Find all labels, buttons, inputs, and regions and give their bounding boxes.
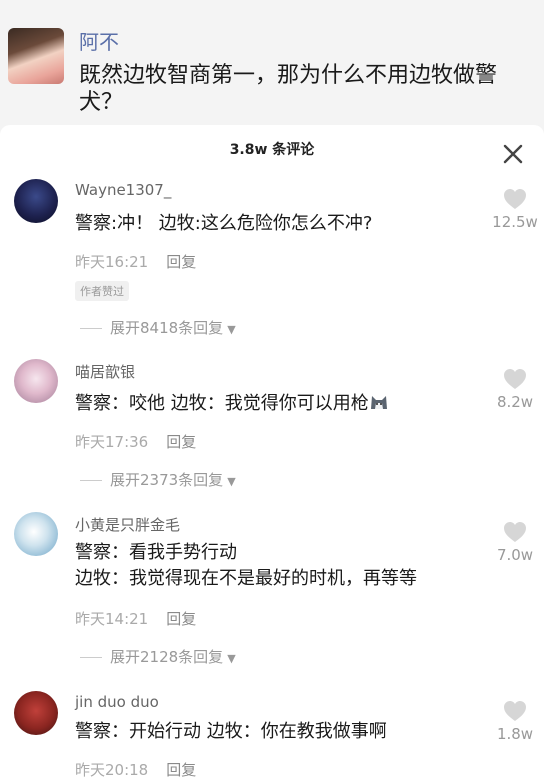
comment-line: 边牧：我觉得现在不是最好的时机，再等等 xyxy=(75,568,417,589)
husky-emoji-icon xyxy=(370,396,387,409)
commenter-avatar[interactable] xyxy=(14,359,58,403)
comment-text: 警察：开始行动 边牧：你在教我做事啊 xyxy=(75,719,475,745)
comment-count: 3.8w 条评论 xyxy=(229,142,315,158)
commenter-name[interactable]: jin duo duo xyxy=(75,693,159,711)
triangle-down-icon: ▼ xyxy=(227,475,236,488)
poster-name[interactable]: 阿不 xyxy=(79,26,119,55)
comment-line: 警察：开始行动 边牧：你在教我做事啊 xyxy=(75,721,387,742)
divider xyxy=(80,657,102,658)
expand-replies-button[interactable]: 展开2373条回复 ▼ xyxy=(80,469,236,490)
heart-icon xyxy=(504,522,526,542)
triangle-down-icon: ▼ xyxy=(227,323,236,336)
like-button[interactable]: 8.2w xyxy=(490,367,540,411)
comment-line: 警察：咬他 边牧：我觉得你可以用枪 xyxy=(75,393,369,414)
comment-meta: 昨天20:18 回复 xyxy=(75,759,196,780)
comment-text: 警察:冲！ 边牧:这么危险你怎么不冲? xyxy=(75,211,475,237)
like-count: 1.8w xyxy=(496,725,534,743)
comments-panel: 3.8w 条评论 Wayne1307_ 警察:冲！ 边牧:这么危险你怎么不冲? … xyxy=(0,125,544,783)
like-button[interactable]: 7.0w xyxy=(490,520,540,564)
triangle-down-icon: ▼ xyxy=(227,652,236,665)
post-text: 既然边牧智商第一，那为什么不用边牧做警犬？ xyxy=(79,63,498,115)
expand-label: 展开2373条回复 xyxy=(110,471,224,489)
comment-time: 昨天20:18 xyxy=(75,761,149,779)
reply-button[interactable]: 回复 xyxy=(166,253,196,271)
comment-time: 昨天14:21 xyxy=(75,610,149,628)
divider xyxy=(80,328,102,329)
expand-replies-button[interactable]: 展开8418条回复 ▼ xyxy=(80,317,236,338)
comment-line: 警察：看我手势行动 xyxy=(75,542,237,563)
author-liked-badge: 作者赞过 xyxy=(75,281,129,301)
comment-meta: 昨天14:21 回复 xyxy=(75,608,196,629)
like-button[interactable]: 1.8w xyxy=(490,699,540,743)
comment-meta: 昨天16:21 回复 xyxy=(75,251,196,272)
comment-meta: 昨天17:36 回复 xyxy=(75,431,196,452)
heart-icon xyxy=(504,369,526,389)
post-header: 阿不 既然边牧智商第一，那为什么不用边牧做警犬？ xyxy=(0,0,544,125)
close-icon[interactable] xyxy=(500,141,526,167)
heart-icon xyxy=(504,189,526,209)
reply-button[interactable]: 回复 xyxy=(166,761,196,779)
poster-avatar[interactable] xyxy=(8,28,64,84)
comment-text: 警察：咬他 边牧：我觉得你可以用枪 xyxy=(75,391,475,417)
like-count: 7.0w xyxy=(496,546,534,564)
reply-button[interactable]: 回复 xyxy=(166,610,196,628)
reply-button[interactable]: 回复 xyxy=(166,433,196,451)
divider xyxy=(80,480,102,481)
comment-line: 警察:冲！ 边牧:这么危险你怎么不冲? xyxy=(75,213,373,234)
commenter-avatar[interactable] xyxy=(14,179,58,223)
heart-icon xyxy=(504,701,526,721)
like-button[interactable]: 12.5w xyxy=(490,187,540,231)
expand-label: 展开8418条回复 xyxy=(110,319,224,337)
comment-time: 昨天17:36 xyxy=(75,433,149,451)
expand-label: 展开2128条回复 xyxy=(110,648,224,666)
expand-replies-button[interactable]: 展开2128条回复 ▼ xyxy=(80,646,236,667)
commenter-avatar[interactable] xyxy=(14,691,58,735)
comment-time: 昨天16:21 xyxy=(75,253,149,271)
comment-text: 警察：看我手势行动 边牧：我觉得现在不是最好的时机，再等等 xyxy=(75,540,475,592)
like-count: 8.2w xyxy=(496,393,534,411)
commenter-name[interactable]: Wayne1307_ xyxy=(75,181,171,199)
commenter-avatar[interactable] xyxy=(14,512,58,556)
commenter-name[interactable]: 小黄是只胖金毛 xyxy=(75,514,180,535)
like-count: 12.5w xyxy=(492,213,538,231)
commenter-name[interactable]: 喵居歆银 xyxy=(75,361,135,382)
